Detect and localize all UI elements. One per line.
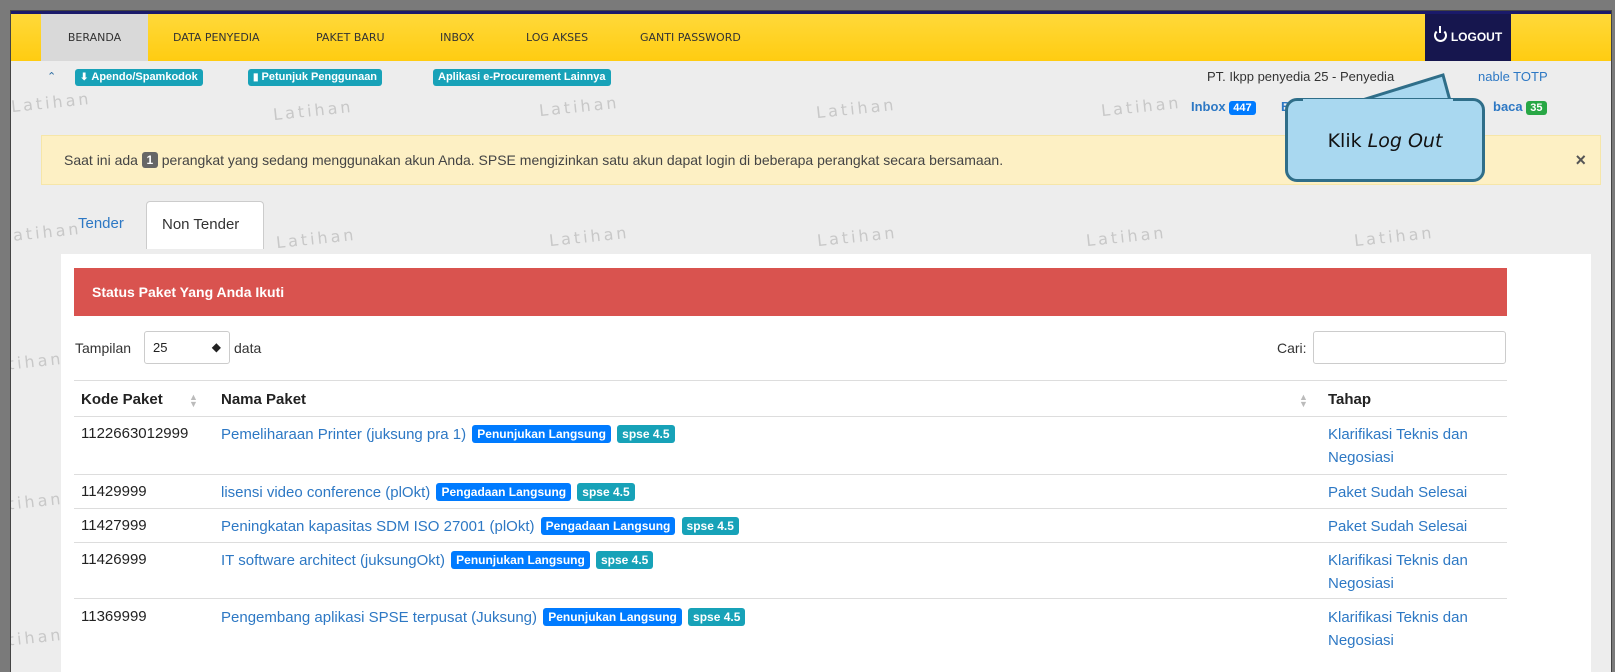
version-badge: spse 4.5 [577, 483, 635, 501]
watermark: Latihan [10, 218, 83, 247]
inbox-label: Inbox [1191, 99, 1226, 114]
method-badge: Pengadaan Langsung [540, 517, 676, 535]
version-badge: spse 4.5 [595, 551, 654, 569]
version-badge: spse 4.5 [617, 425, 675, 443]
watermark: Latihan [815, 94, 898, 123]
apendo-button[interactable]: ⬇ Apendo/Spamkodok [75, 69, 203, 86]
book-icon: ▮ [253, 72, 259, 83]
row-2-stage[interactable]: Paket Sudah Selesai [1328, 481, 1498, 504]
inbox-count-badge: 447 [1229, 101, 1256, 115]
watermark: Latihan [10, 88, 93, 117]
eproc-label: Aplikasi e-Procurement Lainnya [438, 71, 606, 83]
nav-data-penyedia[interactable]: DATA PENYEDIA [173, 14, 260, 61]
select-arrow-icon: ◆ [211, 340, 221, 354]
sort-icon[interactable]: ▲ ▼ [189, 393, 198, 409]
version-badge: spse 4.5 [681, 517, 739, 535]
watermark: Latihan [10, 488, 65, 517]
alert-text: perangkat yang sedang menggunakan akun A… [161, 152, 1004, 168]
divider [74, 542, 1507, 543]
row-4-stage[interactable]: Klarifikasi Teknis dan Negosiasi [1328, 549, 1498, 595]
top-navbar: BERANDA DATA PENYEDIA PAKET BARU INBOX L… [11, 11, 1611, 61]
divider [74, 598, 1507, 599]
page-size-select[interactable]: 25 ◆ [144, 331, 230, 364]
logout-button[interactable]: LOGOUT [1425, 14, 1511, 61]
logout-label: LOGOUT [1450, 30, 1503, 44]
watermark: Latihan [816, 222, 899, 251]
row-5-code: 11369999 [81, 608, 147, 625]
divider [74, 474, 1507, 475]
package-name: Pemeliharaan Printer (juksung pra 1) [221, 426, 467, 443]
col-nama-paket[interactable]: Nama Paket [221, 391, 306, 408]
callout-text: Klik [1327, 130, 1362, 152]
row-3-stage[interactable]: Paket Sudah Selesai [1328, 515, 1498, 538]
power-icon [1433, 26, 1447, 42]
inbox-link[interactable]: Inbox 447 [1191, 99, 1256, 115]
version-badge: spse 4.5 [688, 608, 746, 626]
show-label: Tampilan [75, 340, 132, 356]
method-badge: Pengadaan Langsung [436, 483, 572, 501]
nav-inbox[interactable]: INBOX [440, 14, 474, 61]
apendo-label: Apendo/Spamkodok [91, 71, 198, 83]
nav-paket-baru[interactable]: PAKET BARU [316, 14, 385, 61]
method-badge: Penunjukan Langsung [472, 425, 611, 443]
row-4-code: 11426999 [81, 551, 147, 568]
petunjuk-button[interactable]: ▮ Petunjuk Penggunaan [248, 69, 383, 86]
show-suffix: data [234, 340, 262, 356]
browser-frame: BERANDA DATA PENYEDIA PAKET BARU INBOX L… [10, 10, 1612, 672]
callout-joint [1303, 99, 1453, 111]
tab-non-tender[interactable]: Non Tender [146, 201, 264, 249]
method-badge: Penunjukan Langsung [451, 551, 590, 569]
row-1-stage[interactable]: Klarifikasi Teknis dan Negosiasi [1328, 423, 1498, 469]
row-5-name[interactable]: Pengembang aplikasi SPSE terpusat (Juksu… [221, 608, 746, 626]
alert-text-prefix: Saat ini ada [64, 152, 138, 168]
search-input[interactable] [1313, 331, 1506, 364]
download-icon: ⬇ [80, 72, 89, 83]
package-name: IT software architect (juksungOkt) [221, 552, 445, 569]
search-label: Cari: [1277, 340, 1307, 356]
sort-icon[interactable]: ▲ ▼ [1299, 393, 1308, 409]
page-size-value: 25 [153, 340, 168, 355]
watermark: Latihan [1100, 92, 1183, 121]
watermark: Latihan [10, 624, 65, 653]
watermark: Latihan [538, 92, 621, 121]
package-name: Peningkatan kapasitas SDM ISO 27001 (plO… [221, 518, 535, 535]
row-2-code: 11429999 [81, 483, 147, 500]
watermark: Latihan [272, 96, 355, 125]
row-4-name[interactable]: IT software architect (juksungOkt) Penun… [221, 551, 654, 569]
row-3-code: 11427999 [81, 517, 147, 534]
tab-tender[interactable]: Tender [78, 201, 124, 249]
nav-log-akses[interactable]: LOG AKSES [526, 14, 588, 61]
method-badge: Penunjukan Langsung [543, 608, 682, 626]
watermark: Latihan [1085, 222, 1168, 251]
row-3-name[interactable]: Peningkatan kapasitas SDM ISO 27001 (plO… [221, 517, 739, 535]
package-name: Pengembang aplikasi SPSE terpusat (Juksu… [221, 609, 538, 626]
row-2-name[interactable]: lisensi video conference (plOkt) Pengada… [221, 483, 635, 501]
watermark: Latihan [275, 224, 358, 253]
unread-count-badge: 35 [1526, 101, 1547, 115]
row-5-stage[interactable]: Klarifikasi Teknis dan Negosiasi [1328, 606, 1498, 652]
col-kode-paket[interactable]: Kode Paket [81, 391, 163, 408]
col-tahap[interactable]: Tahap [1328, 391, 1371, 408]
divider [74, 380, 1507, 381]
watermark: Latihan [548, 222, 631, 251]
callout-italic-text: Log Out [1367, 130, 1443, 152]
divider [74, 416, 1507, 417]
petunjuk-label: Petunjuk Penggunaan [261, 71, 378, 83]
row-1-code: 1122663012999 [81, 425, 189, 442]
nav-beranda[interactable]: BERANDA [41, 14, 148, 61]
row-1-name[interactable]: Pemeliharaan Printer (juksung pra 1) Pen… [221, 425, 675, 443]
alert-close-button[interactable]: × [1575, 136, 1586, 184]
eproc-lainnya-button[interactable]: Aplikasi e-Procurement Lainnya [433, 69, 611, 86]
collapse-chevron-icon[interactable]: ⌃ [47, 70, 56, 83]
package-name: lisensi video conference (plOkt) [221, 484, 431, 501]
watermark: Latihan [1353, 222, 1436, 251]
watermark: Latihan [10, 348, 65, 377]
nav-ganti-password[interactable]: GANTI PASSWORD [640, 14, 741, 61]
panel-title: Status Paket Yang Anda Ikuti [74, 268, 1507, 316]
divider [74, 508, 1507, 509]
device-count-badge: 1 [141, 152, 158, 168]
